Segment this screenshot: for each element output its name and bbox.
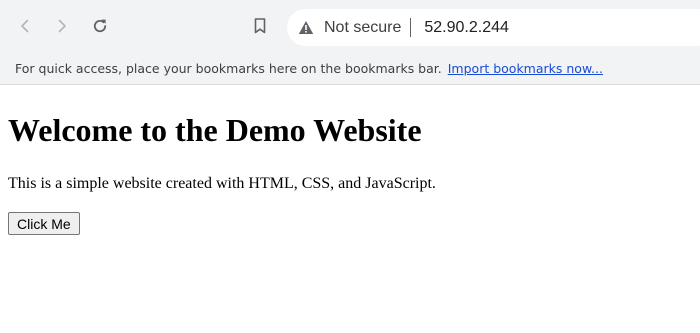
reload-button[interactable]: [86, 12, 114, 40]
address-bar[interactable]: Not secure 52.90.2.244: [287, 9, 700, 46]
omnibox-divider: [410, 18, 412, 37]
bookmark-icon: [252, 17, 268, 35]
bookmark-page-button[interactable]: [246, 12, 274, 40]
page-heading: Welcome to the Demo Website: [8, 112, 422, 148]
security-status-label[interactable]: Not secure: [324, 19, 401, 37]
back-button[interactable]: [11, 12, 39, 40]
chevron-left-icon: [17, 18, 33, 34]
click-me-button[interactable]: Click Me: [8, 212, 80, 235]
page-content: Welcome to the Demo Website This is a si…: [0, 86, 700, 333]
bookmarks-bar: For quick access, place your bookmarks h…: [0, 53, 700, 85]
chevron-right-icon: [54, 18, 70, 34]
page-paragraph: This is a simple website created with HT…: [8, 175, 436, 192]
browser-toolbar: Not secure 52.90.2.244: [0, 0, 700, 53]
reload-icon: [91, 17, 109, 35]
warning-triangle-icon[interactable]: [298, 20, 314, 36]
url-text[interactable]: 52.90.2.244: [424, 19, 509, 37]
import-bookmarks-link[interactable]: Import bookmarks now...: [448, 61, 603, 76]
bookmarks-bar-hint: For quick access, place your bookmarks h…: [15, 61, 442, 76]
forward-button[interactable]: [48, 12, 76, 40]
